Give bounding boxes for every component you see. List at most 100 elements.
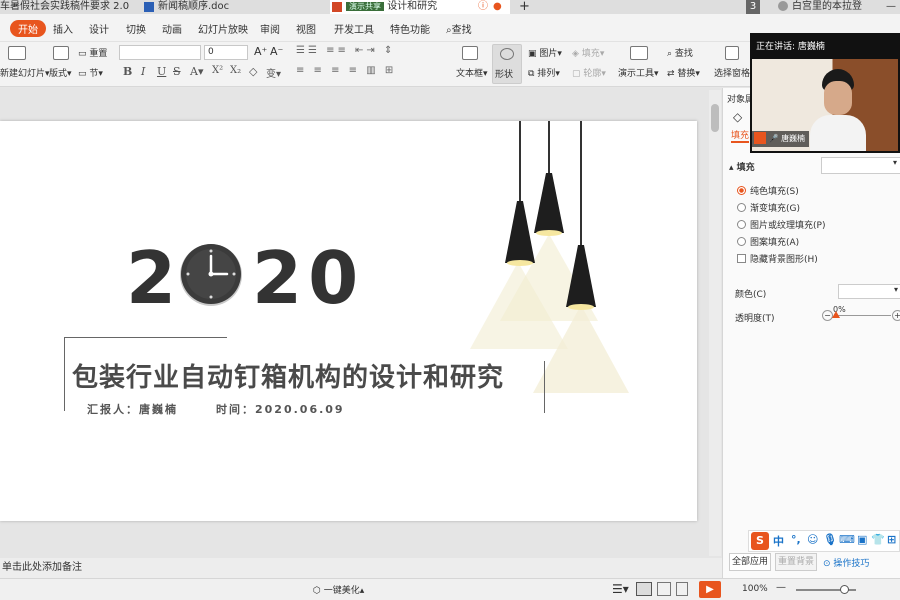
slide-canvas[interactable]: 2 20 包装行业自动钉箱机构的设计和研究 汇报人：唐巍楠 时间：2020.06… — [0, 121, 697, 521]
shape-fill-icon[interactable]: ◇ — [733, 110, 742, 124]
picture-button[interactable]: ▣ 图片▾ — [528, 46, 562, 59]
fill-section-header[interactable]: ▴ 填充 — [729, 160, 755, 173]
pattern-fill-option[interactable]: 图案填充(A) — [737, 235, 799, 248]
font-color-button[interactable]: A▾ — [190, 65, 203, 78]
video-call-window[interactable]: 正在讲话: 唐巍楠 🎤 唐巍楠 — [750, 33, 900, 153]
presenter-tools-button[interactable]: 演示工具▾ — [618, 66, 659, 79]
color-select[interactable]: ▾ — [838, 284, 900, 299]
shirt-icon[interactable]: 👕 — [871, 533, 885, 546]
fill-type-select[interactable]: ▾ — [821, 157, 900, 174]
new-tab-button[interactable]: + — [519, 0, 531, 14]
tab-document-1[interactable]: 车暑假社会实践稿件要求 2.0 — [0, 0, 140, 14]
tab-document-2[interactable]: 新闻稿顺序.doc — [142, 0, 322, 14]
select-pane-button[interactable]: 选择窗格 — [714, 66, 750, 79]
outline-button[interactable]: ▢ 轮廓▾ — [572, 66, 606, 79]
subscript-button[interactable]: X₂ — [230, 65, 241, 76]
gradient-fill-option[interactable]: 渐变填充(G) — [737, 201, 800, 214]
tab-document-3[interactable]: 演示共享 设计和研究 ⓘ ● — [330, 0, 510, 14]
picture-fill-option[interactable]: 图片或纹理填充(P) — [737, 218, 825, 231]
bold-button[interactable]: B — [123, 65, 132, 78]
notes-toggle-icon[interactable]: ☰▾ — [612, 582, 629, 596]
minimize-button[interactable]: — — [886, 0, 898, 14]
normal-view-icon[interactable] — [636, 582, 652, 596]
title-frame-left — [64, 337, 65, 411]
layout-button[interactable]: 版式▾ — [49, 66, 72, 79]
reset-button[interactable]: ▭ 重置 — [78, 46, 107, 59]
skin-icon[interactable]: ▣ — [857, 533, 867, 546]
punctuation-icon[interactable]: °, — [791, 533, 801, 546]
clear-format-icon[interactable]: ◇ — [249, 65, 257, 78]
tab-dev-tools[interactable]: 开发工具 — [334, 21, 374, 36]
hide-background-label: 隐藏背景图形(H) — [750, 255, 818, 265]
tab-review[interactable]: 审阅 — [260, 21, 280, 36]
tips-link[interactable]: ⊙ 操作技巧 — [823, 556, 869, 569]
date-text[interactable]: 时间：2020.06.09 — [216, 401, 345, 417]
tab-design[interactable]: 设计 — [89, 21, 109, 36]
transparency-slider[interactable] — [832, 311, 891, 318]
find-button[interactable]: ⌕ 查找 — [667, 46, 693, 59]
slide-sorter-icon[interactable] — [657, 582, 671, 596]
emoji-icon[interactable]: ☺ — [807, 533, 818, 546]
gradient-fill-radio[interactable] — [737, 203, 746, 212]
new-slide-button[interactable]: 新建幻灯片▾ — [0, 66, 50, 79]
arrange-button[interactable]: ⧉ 排列▾ — [528, 66, 560, 79]
play-slideshow-button[interactable]: ▶ — [699, 581, 721, 598]
search-command[interactable]: ⌕查找 — [446, 21, 472, 36]
shape-button[interactable]: 形状 — [492, 44, 522, 84]
reporter-text[interactable]: 汇报人：唐巍楠 — [87, 401, 178, 417]
tab-slideshow[interactable]: 幻灯片放映 — [198, 21, 248, 36]
textbox-button[interactable]: 文本框▾ — [456, 66, 488, 79]
char-spacing-button[interactable]: 变▾ — [266, 65, 281, 80]
grow-font-button[interactable]: A⁺ — [254, 45, 267, 58]
hide-background-option[interactable]: 隐藏背景图形(H) — [737, 252, 818, 265]
alignment-tools[interactable]: ≡ ≡ ≡ ≡ ▥ ⊞ — [296, 65, 396, 76]
slide-title[interactable]: 包装行业自动钉箱机构的设计和研究 — [72, 357, 504, 394]
superscript-button[interactable]: X² — [212, 65, 223, 76]
apply-all-button[interactable]: 全部应用 — [729, 553, 771, 571]
replace-label: 替换 — [677, 69, 696, 79]
zoom-level[interactable]: 100% — [742, 584, 768, 594]
notes-area[interactable]: 单击此处添加备注 — [0, 558, 722, 578]
user-name[interactable]: 白宫里的本拉登 — [778, 0, 888, 14]
tab-switch[interactable]: 切换 — [126, 21, 146, 36]
font-family-select[interactable] — [119, 45, 201, 60]
hide-background-checkbox[interactable] — [737, 254, 746, 263]
zoom-out-button[interactable]: — — [776, 582, 786, 593]
tab-insert[interactable]: 插入 — [53, 21, 73, 36]
tab-animation[interactable]: 动画 — [162, 21, 182, 36]
italic-button[interactable]: I — [141, 65, 145, 78]
tab-view[interactable]: 视图 — [296, 21, 316, 36]
scrollbar-thumb[interactable] — [711, 104, 719, 132]
speaking-indicator: 正在讲话: 唐巍楠 — [756, 42, 825, 52]
shrink-font-button[interactable]: A⁻ — [270, 45, 283, 58]
picture-fill-radio[interactable] — [737, 220, 746, 229]
keyboard-icon[interactable]: ⌨ — [839, 533, 855, 546]
ime-language-toggle[interactable]: 中 — [773, 533, 784, 549]
tab-special[interactable]: 特色功能 — [390, 21, 430, 36]
transparency-increase-button[interactable]: + — [892, 310, 900, 321]
grid-menu-icon[interactable]: ⊞ — [887, 533, 896, 546]
zoom-slider[interactable] — [796, 585, 856, 594]
pattern-fill-radio[interactable] — [737, 237, 746, 246]
reading-view-icon[interactable] — [676, 582, 688, 596]
paragraph-tools[interactable]: ☰☰ ≡≡ ⇤⇥ ⇕ — [296, 45, 395, 56]
textbox-label: 文本框 — [456, 69, 484, 79]
beautify-button[interactable]: ⬡ 一键美化▴ — [313, 583, 364, 596]
new-slide-label: 新建幻灯片 — [0, 69, 46, 79]
replace-button[interactable]: ⇄ 替换▾ — [667, 66, 700, 79]
vertical-scrollbar[interactable] — [709, 90, 721, 556]
solid-fill-radio[interactable] — [737, 186, 746, 195]
reset-background-button[interactable]: 重置背景 — [775, 553, 817, 571]
solid-fill-option[interactable]: 纯色填充(S) — [737, 184, 799, 197]
strikethrough-button[interactable]: S — [173, 65, 181, 78]
underline-button[interactable]: U — [157, 65, 166, 78]
tab-fill[interactable]: 填充 — [731, 128, 750, 143]
transparency-slider-thumb[interactable] — [832, 311, 840, 318]
font-size-select[interactable]: 0 — [204, 45, 248, 60]
tab-start[interactable]: 开始 — [10, 20, 46, 37]
voice-input-icon[interactable]: 🎙 — [823, 533, 837, 546]
fill-button[interactable]: ◈ 填充▾ — [572, 46, 604, 59]
zoom-slider-thumb[interactable] — [840, 585, 849, 594]
section-button[interactable]: ▭ 节▾ — [78, 66, 103, 79]
input-method-toolbar[interactable]: S 中 °, ☺ 🎙 ⌨ ▣ 👕 ⊞ — [748, 530, 900, 552]
